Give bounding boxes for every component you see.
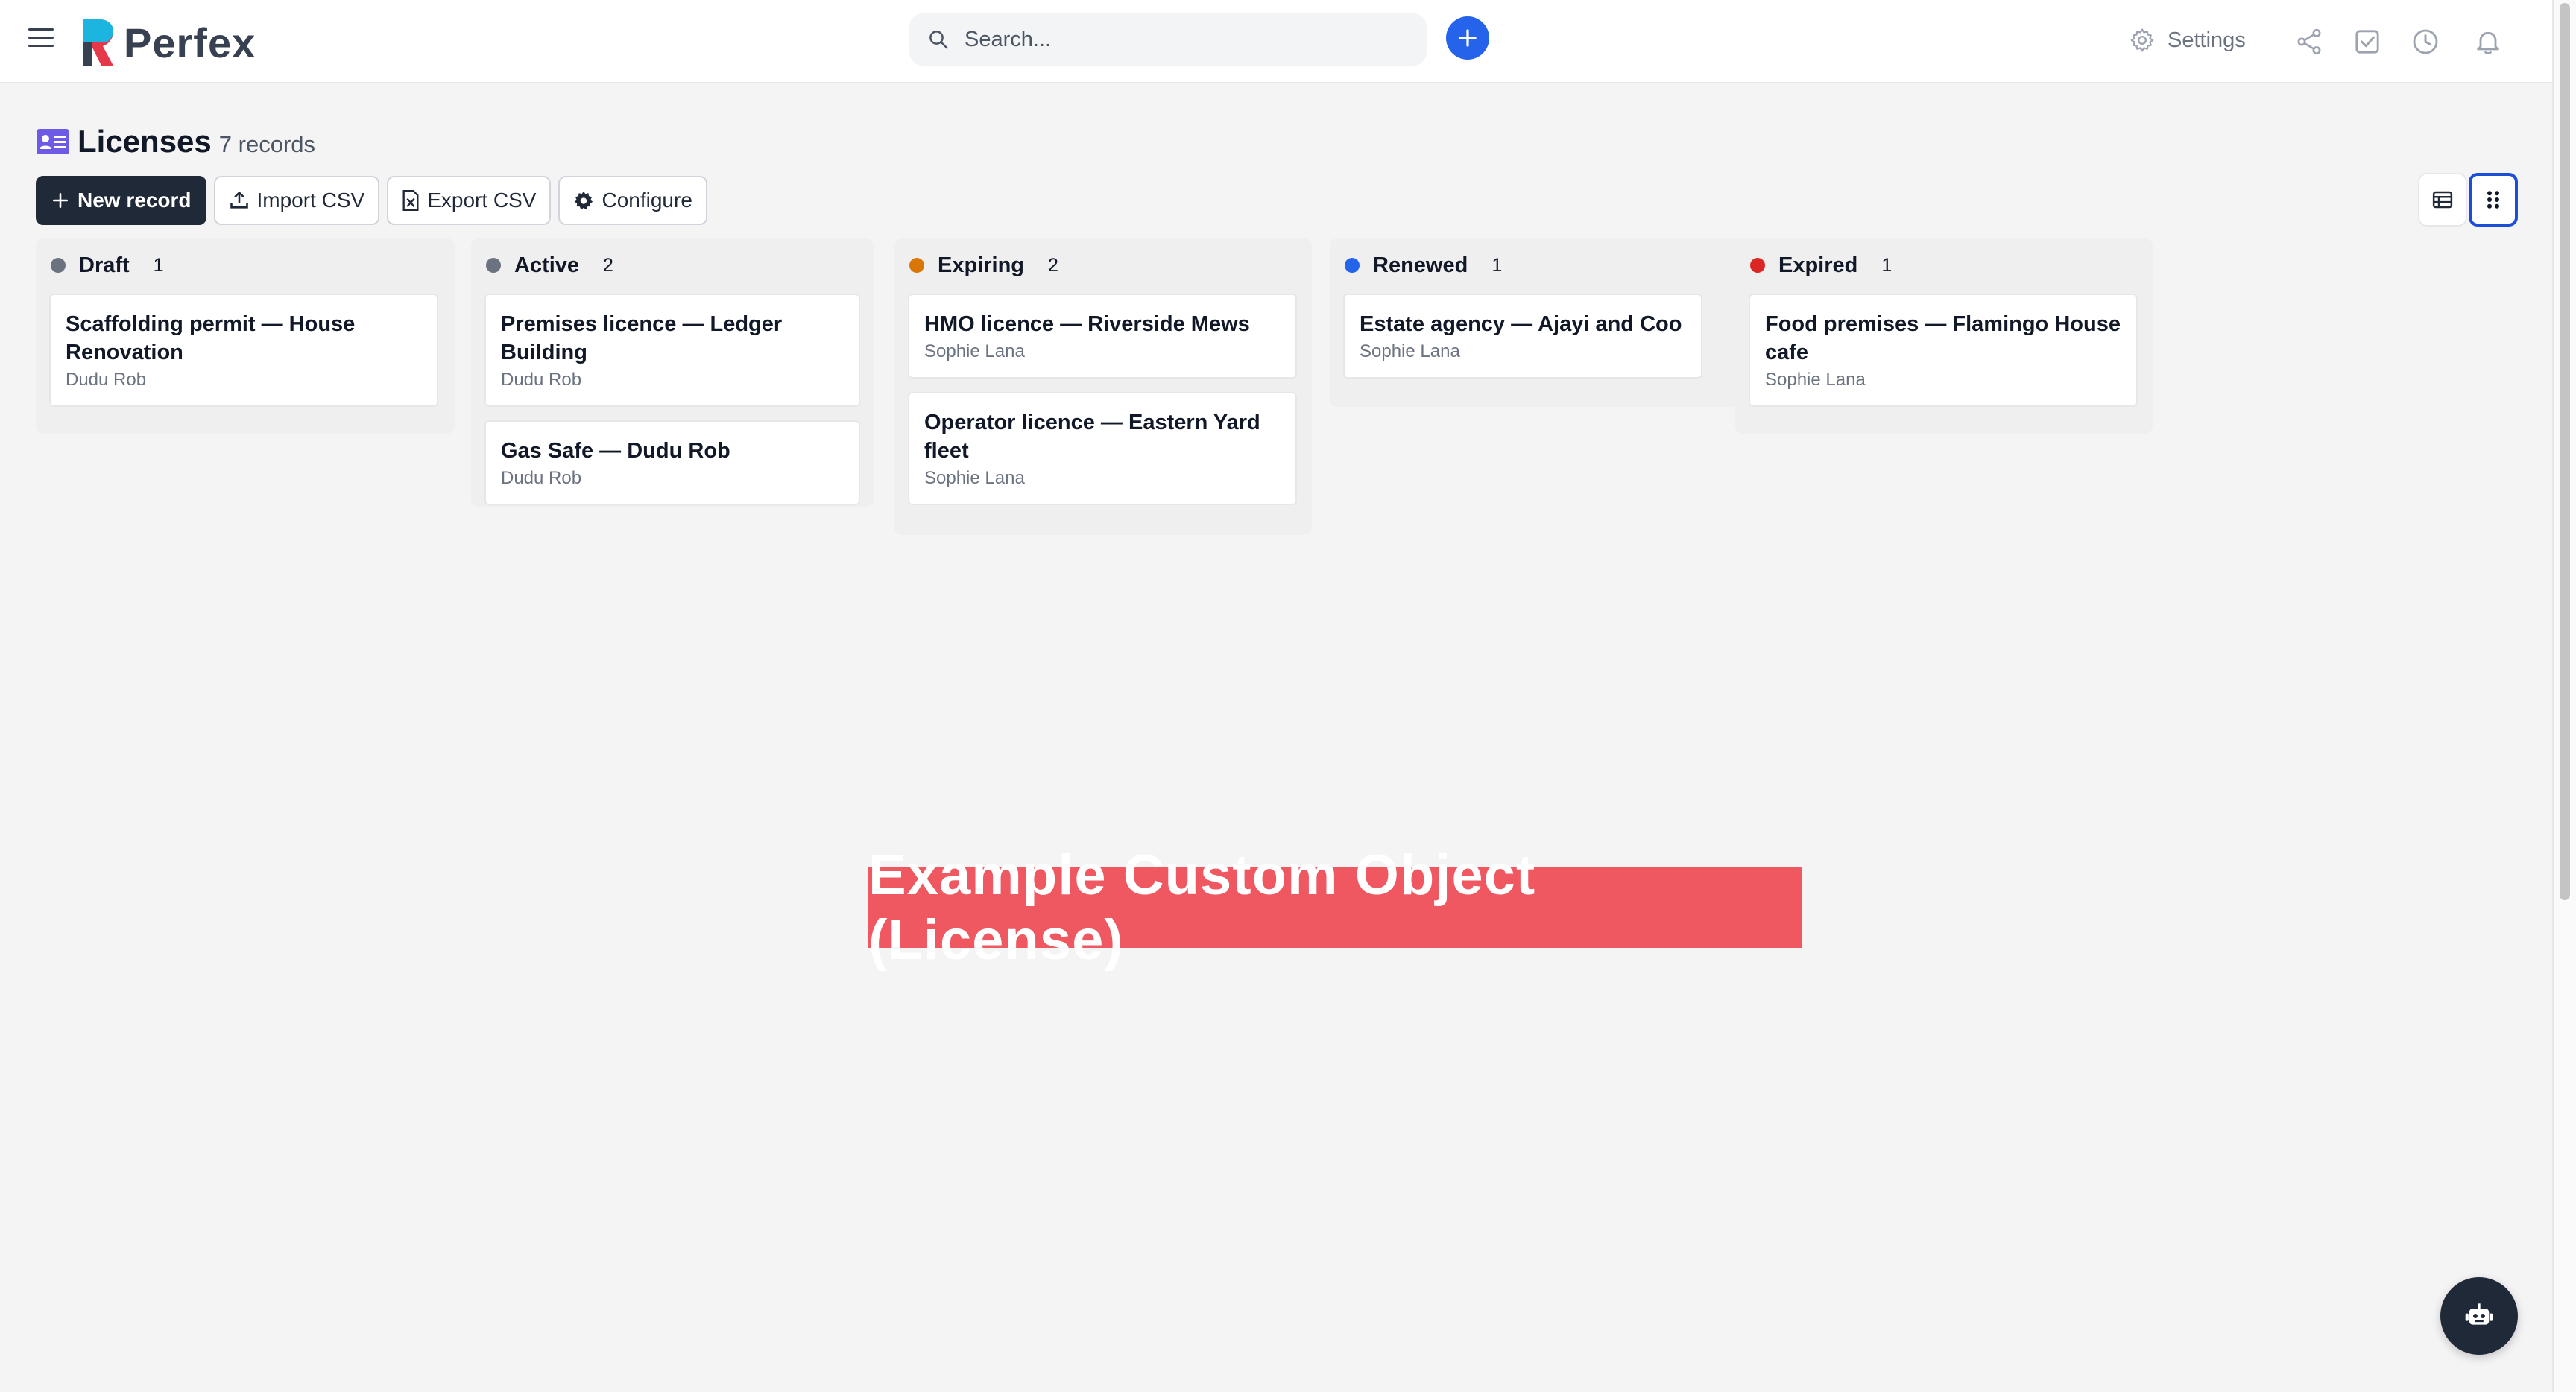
card-title: Scaffolding permit — House Renovation (66, 312, 356, 364)
scrollbar-thumb[interactable] (2560, 3, 2570, 900)
perfex-logo-icon (83, 19, 113, 66)
card-owner: Sophie Lana (924, 468, 1025, 488)
kanban-column-renewed: Renewed 1 Estate agency — Ajayi and Coo … (1330, 238, 1750, 407)
kanban-card[interactable]: Gas Safe — Dudu Rob Dudu Rob (484, 420, 860, 505)
column-name: Expiring (938, 253, 1025, 277)
global-search[interactable] (909, 13, 1427, 66)
share-icon[interactable] (2294, 27, 2324, 57)
top-navbar: Perfex Settings (0, 0, 2552, 83)
card-title: HMO licence — Riverside Mews (924, 312, 1250, 336)
table-view-toggle[interactable] (2418, 173, 2467, 227)
column-header: Draft 1 (49, 250, 441, 280)
card-title: Operator licence — Eastern Yard fleet (924, 411, 1260, 463)
cog-icon (575, 191, 593, 210)
page-title: Licenses (78, 124, 212, 159)
ai-assistant-button[interactable] (2440, 1277, 2518, 1355)
file-excel-icon (402, 190, 419, 211)
search-input[interactable] (965, 27, 1382, 52)
kanban-card[interactable]: Scaffolding permit — House Renovation Du… (49, 294, 438, 407)
column-name: Draft (79, 253, 130, 277)
page-scrollbar[interactable] (2552, 0, 2576, 1392)
card-owner: Dudu Rob (501, 468, 582, 488)
record-count: 7 records (218, 131, 316, 157)
clock-icon[interactable] (2411, 27, 2440, 57)
column-count: 2 (1048, 254, 1058, 276)
settings-label: Settings (2168, 28, 2246, 52)
import-csv-button[interactable]: Import CSV (213, 176, 380, 225)
card-owner: Sophie Lana (1765, 370, 1866, 390)
column-count: 1 (1881, 254, 1892, 276)
column-name: Renewed (1373, 253, 1468, 277)
kanban-column-expiring: Expiring 2 HMO licence — Riverside Mews … (894, 238, 1312, 535)
tasks-checkbox-icon[interactable] (2352, 27, 2382, 57)
new-record-button[interactable]: New record (36, 176, 206, 225)
bell-icon[interactable] (2473, 27, 2503, 57)
menu-toggle-icon[interactable] (28, 28, 54, 51)
column-header: Expired 1 (1749, 250, 2139, 280)
quick-create-button[interactable] (1446, 16, 1489, 60)
gear-icon (2130, 28, 2154, 52)
kanban-card[interactable]: HMO licence — Riverside Mews Sophie Lana (908, 294, 1297, 379)
card-title: Premises licence — Ledger Building (501, 312, 783, 364)
robot-icon (2465, 1303, 2493, 1325)
import-csv-label: Import CSV (256, 189, 365, 212)
license-card-icon (36, 128, 70, 159)
card-owner: Sophie Lana (1360, 341, 1460, 361)
kanban-view-toggle[interactable] (2469, 173, 2518, 227)
new-record-label: New record (78, 189, 192, 212)
export-csv-button[interactable]: Export CSV (387, 176, 552, 225)
status-dot (486, 258, 501, 273)
upload-icon (230, 192, 248, 209)
page-header: Licenses 7 records (78, 124, 315, 159)
column-count: 1 (153, 254, 164, 276)
plus-icon (1459, 29, 1477, 47)
card-title: Gas Safe — Dudu Rob (501, 439, 730, 463)
settings-link[interactable]: Settings (2129, 27, 2246, 54)
column-header: Renewed 1 (1343, 250, 1737, 280)
example-banner: Example Custom Object (License) (868, 844, 1802, 972)
kanban-column-expired: Expired 1 Food premises — Flamingo House… (1735, 238, 2153, 434)
card-owner: Dudu Rob (501, 370, 582, 390)
search-icon (929, 31, 948, 49)
configure-label: Configure (602, 189, 692, 212)
column-name: Expired (1778, 253, 1858, 277)
action-toolbar: New record Import CSV Export CSV Configu… (36, 176, 707, 225)
configure-button[interactable]: Configure (558, 176, 707, 225)
banner-text: Example Custom Object (License) (868, 844, 1536, 972)
card-title: Food premises — Flamingo House cafe (1765, 312, 2121, 364)
status-dot (1345, 258, 1360, 273)
kanban-card[interactable]: Premises licence — Ledger Building Dudu … (484, 294, 860, 407)
status-dot (909, 258, 924, 273)
column-header: Expiring 2 (908, 250, 1298, 280)
kanban-card[interactable]: Estate agency — Ajayi and Coo Sophie Lan… (1343, 294, 1702, 379)
card-owner: Dudu Rob (66, 370, 147, 390)
kanban-column-active: Active 2 Premises licence — Ledger Build… (471, 238, 874, 507)
kanban-card[interactable]: Operator licence — Eastern Yard fleet So… (908, 392, 1297, 505)
card-title: Estate agency — Ajayi and Coo (1360, 312, 1682, 336)
column-name: Active (514, 253, 580, 277)
app-logo[interactable]: Perfex (80, 16, 256, 69)
table-list-icon (2432, 191, 2453, 209)
app-name: Perfex (124, 19, 256, 66)
kanban-card[interactable]: Food premises — Flamingo House cafe Soph… (1749, 294, 2138, 407)
grip-dots-icon (2487, 191, 2499, 209)
kanban-column-draft: Draft 1 Scaffolding permit — House Renov… (36, 238, 455, 434)
column-count: 1 (1491, 254, 1503, 276)
status-dot (1750, 258, 1765, 273)
export-csv-label: Export CSV (427, 189, 537, 212)
plus-icon (53, 193, 68, 208)
card-owner: Sophie Lana (924, 341, 1025, 361)
column-header: Active 2 (484, 250, 860, 280)
column-count: 2 (603, 254, 613, 276)
status-dot (51, 258, 66, 273)
